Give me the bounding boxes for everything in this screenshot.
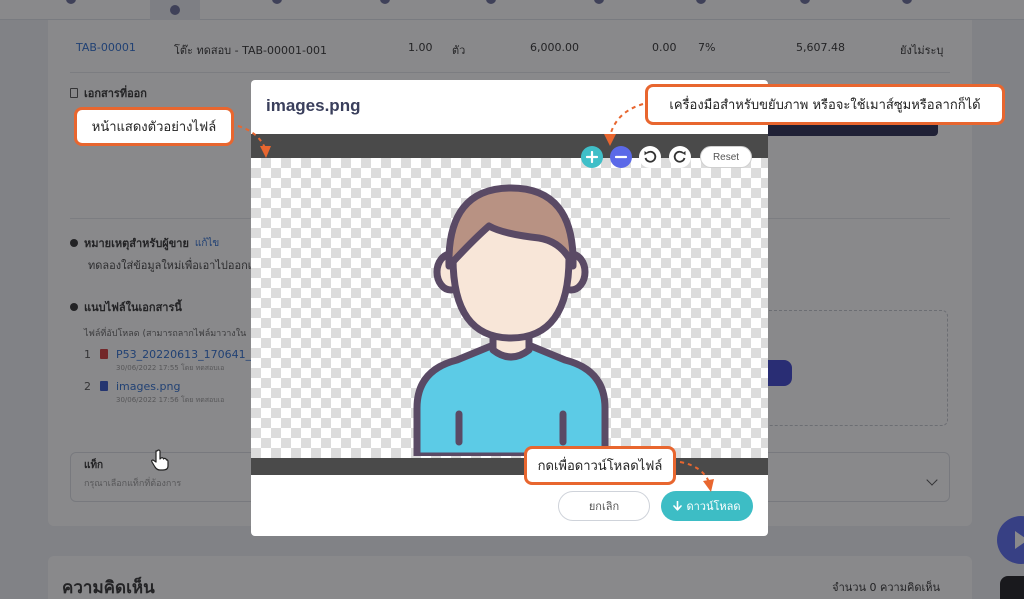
rotate-left-icon <box>644 150 657 163</box>
cancel-button[interactable]: ยกเลิก <box>558 491 650 521</box>
rotate-right-button[interactable] <box>669 146 691 168</box>
download-label: ดาวน์โหลด <box>686 500 741 513</box>
zoom-in-icon <box>586 151 598 163</box>
callout-download: กดเพื่อดาวน์โหลดไฟล์ <box>524 446 676 485</box>
image-viewer[interactable]: Reset <box>251 134 768 475</box>
pointer-hand-icon <box>151 449 169 471</box>
rotate-right-icon <box>673 150 686 163</box>
callout-tools: เครื่องมือสำหรับขยับภาพ หรือจะใช้เมาส์ซู… <box>645 84 1005 125</box>
reset-button[interactable]: Reset <box>700 146 752 168</box>
callout-preview: หน้าแสดงตัวอย่างไฟล์ <box>74 107 234 146</box>
modal-title: images.png <box>266 96 361 115</box>
avatar-image[interactable] <box>413 180 609 456</box>
zoom-out-icon <box>615 155 627 159</box>
download-arrow-icon <box>673 501 683 511</box>
cancel-label: ยกเลิก <box>588 500 620 513</box>
download-button[interactable]: ดาวน์โหลด <box>661 491 753 521</box>
rotate-left-button[interactable] <box>639 146 661 168</box>
file-preview-modal: images.png Reset ยกเลิก ดาวน์โหลด <box>251 80 768 536</box>
zoom-out-button[interactable] <box>610 146 632 168</box>
zoom-in-button[interactable] <box>581 146 603 168</box>
transparent-canvas[interactable] <box>251 158 768 458</box>
